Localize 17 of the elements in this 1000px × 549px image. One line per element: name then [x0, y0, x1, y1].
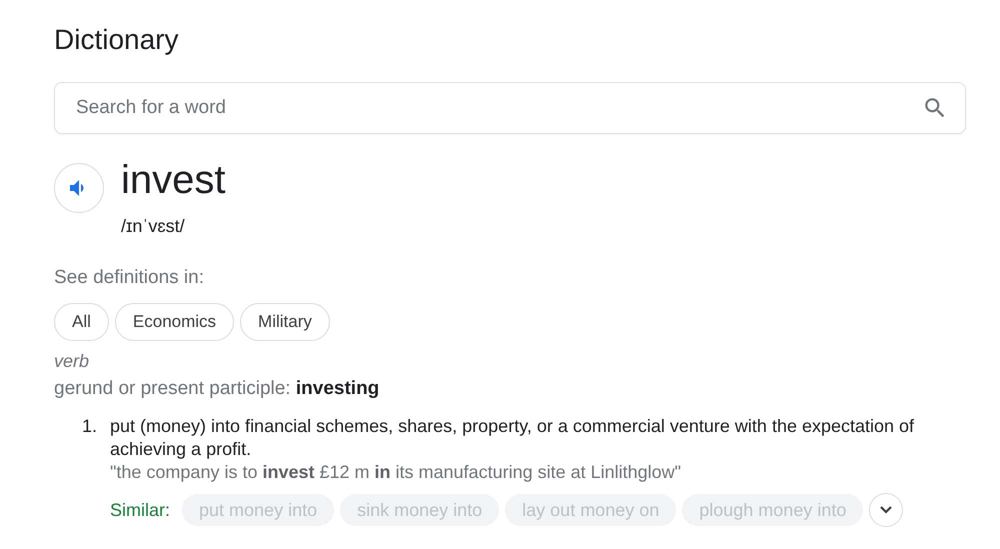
category-chip[interactable]: Military: [240, 303, 330, 341]
dictionary-title: Dictionary: [54, 24, 180, 56]
inflection-text: gerund or present participle: investing: [54, 378, 380, 400]
category-chip[interactable]: All: [54, 303, 109, 341]
example-sentence: "the company is to invest £12 m in its manufacturing site at Linlithglow": [110, 461, 682, 483]
chevron-down-icon: [879, 505, 894, 515]
definition-number: 1.: [82, 415, 98, 438]
part-of-speech: verb: [54, 351, 90, 372]
similar-label: Similar:: [110, 500, 170, 520]
see-definitions-label: See definitions in:: [54, 267, 205, 289]
search-field[interactable]: Search for a word: [54, 82, 966, 134]
definition-text: put (money) into financial schemes, shares, property, or a commercial venture with the expectation of achieving a profit.: [110, 415, 916, 461]
speaker-button[interactable]: [54, 163, 104, 213]
expand-button[interactable]: [869, 493, 904, 527]
category-chip[interactable]: Economics: [114, 303, 234, 341]
headword: invest: [121, 160, 226, 200]
phonetic-text: /ɪnˈvɛst/: [121, 216, 186, 237]
